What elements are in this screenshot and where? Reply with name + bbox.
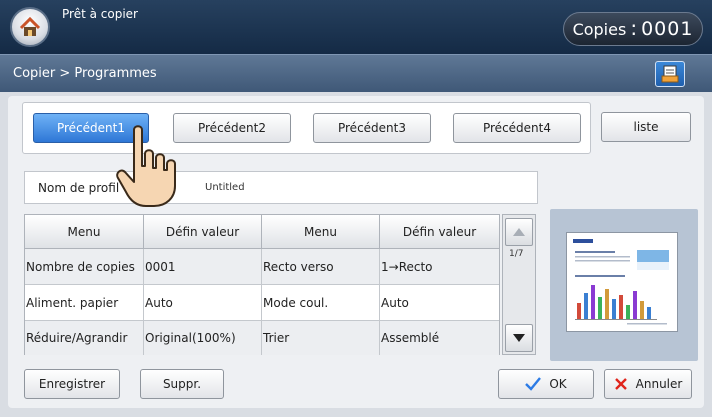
column-header-menu-1: Menu [25,215,144,249]
preset-button-4[interactable]: Précédent4 [453,113,581,143]
triangle-up-icon [513,228,525,236]
list-button[interactable]: liste [601,112,691,142]
column-header-menu-2: Menu [262,215,380,249]
status-bar: Prêt à copier Copies : 0001 [0,0,712,54]
home-button[interactable] [10,7,50,47]
home-icon [19,16,41,36]
profile-name-field[interactable]: Nom de profil Untitled [24,171,538,204]
document-settings-icon [661,65,679,83]
scroll-up-button[interactable] [505,218,533,246]
cancel-button[interactable]: Annuler [604,369,692,399]
table-cell: 1→Recto [380,249,499,285]
table-cell: Mode coul. [262,285,380,321]
table-cell: Auto [380,285,499,321]
document-preview-thumbnail [566,232,678,332]
table-cell: Aliment. papier [25,285,144,321]
column-header-value-1: Défin valeur [144,215,262,249]
page-indicator: 1/7 [509,249,524,259]
profile-name-value: Untitled [205,182,245,193]
breadcrumb-bar: Copier > Programmes [0,54,712,92]
copies-value: 0001 [641,18,694,40]
copies-separator: : [630,16,638,40]
delete-button[interactable]: Suppr. [140,369,224,399]
table-cell: Recto verso [262,249,380,285]
table-cell: Assemblé [380,321,499,355]
save-button[interactable]: Enregistrer [24,369,120,399]
table-scrollbar: 1/7 [502,214,536,355]
status-text: Prêt à copier [62,7,138,21]
ok-button-label: OK [549,377,567,391]
x-icon [614,378,627,390]
table-cell: Réduire/Agrandir [25,321,144,355]
triangle-down-icon [513,334,525,342]
copies-label: Copies [572,19,627,39]
document-thumbnail-image [573,239,669,325]
table-cell: Original(100%) [144,321,262,355]
table-cell: Auto [144,285,262,321]
ok-button[interactable]: OK [498,369,594,399]
copies-counter[interactable]: Copies : 0001 [563,12,703,46]
document-settings-button[interactable] [655,61,685,87]
checkmark-icon [525,377,542,391]
table-cell: 0001 [144,249,262,285]
preset-button-3[interactable]: Précédent3 [313,113,431,143]
cancel-button-label: Annuler [635,377,683,391]
table-cell: Nombre de copies [25,249,144,285]
scroll-down-button[interactable] [505,324,533,352]
breadcrumb: Copier > Programmes [13,66,157,81]
settings-table: Menu Défin valeur Menu Défin valeur Nomb… [24,214,500,355]
profile-name-label: Nom de profil [38,181,120,195]
column-header-value-2: Défin valeur [380,215,499,249]
preset-panel: Précédent1 Précédent2 Précédent3 Précéde… [22,102,591,154]
preview-panel [550,209,698,361]
hand-pointer-icon [116,125,176,207]
table-cell: Trier [262,321,380,355]
